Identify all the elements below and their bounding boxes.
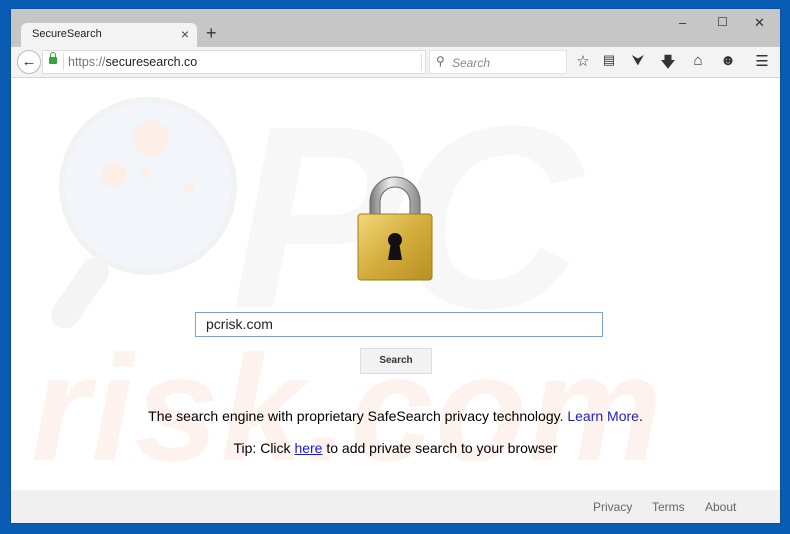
watermark-dot [101,162,127,188]
back-arrow-icon: ← [21,53,37,70]
tip: Tip: Click here to add private search to… [11,440,780,456]
star-icon[interactable]: ☆ [573,52,593,70]
watermark-magnifier-handle [45,252,115,334]
tagline: The search engine with proprietary SafeS… [11,408,780,424]
browser-window: SecureSearch × + – ☐ ✕ ← https://secures… [11,9,780,523]
url-divider [421,54,422,70]
url-separator [63,53,64,70]
watermark-dot [141,168,151,178]
tip-prefix: Tip: Click [233,440,295,456]
home-icon[interactable]: ⌂ [688,52,708,69]
minimize-icon[interactable]: – [679,15,686,30]
learn-more-link[interactable]: Learn More [567,408,639,424]
browser-search-input[interactable]: ⚲ Search [429,50,567,74]
footer: Privacy Terms About [11,490,780,523]
tagline-text: The search engine with proprietary SafeS… [148,408,564,424]
secure-lock-icon [49,52,57,64]
search-button[interactable]: Search [360,348,432,374]
footer-link-terms[interactable]: Terms [652,500,685,514]
back-button[interactable]: ← [17,50,41,74]
padlock-icon [357,176,433,281]
url-host: securesearch.co [105,55,198,69]
url-text[interactable]: https://securesearch.co [68,55,197,69]
reading-list-icon[interactable]: ▤ [599,52,619,68]
chat-icon[interactable]: ☻ [718,52,738,69]
footer-link-privacy[interactable]: Privacy [593,500,632,514]
watermark-dot [133,120,169,156]
search-placeholder: Search [452,56,491,70]
tagline-end: . [638,408,643,424]
title-bar: SecureSearch × + – ☐ ✕ [11,9,780,47]
search-query-input[interactable] [195,312,603,337]
tip-suffix: to add private search to your browser [322,440,558,456]
url-protocol: https:// [68,55,106,69]
new-tab-icon[interactable]: + [206,23,217,43]
footer-link-about[interactable]: About [705,500,736,514]
nav-bar: ← https://securesearch.co ↻ ⚲ Search ☆ ▤… [11,47,780,78]
close-window-icon[interactable]: ✕ [754,15,765,31]
url-bar[interactable]: https://securesearch.co ↻ [42,50,440,74]
here-link[interactable]: here [294,440,322,456]
close-tab-icon[interactable]: × [181,26,189,42]
search-icon: ⚲ [436,54,445,68]
download-icon[interactable]: 🡇 [658,52,678,77]
pocket-icon[interactable]: ⮟ [628,52,648,69]
tab-securesearch[interactable]: SecureSearch × [21,23,197,47]
page-content: PC risk.com Search The search engine wit… [11,78,780,490]
menu-icon[interactable]: ☰ [752,52,772,70]
maximize-icon[interactable]: ☐ [717,15,728,29]
watermark-dot [183,182,195,194]
tab-title: SecureSearch [32,28,102,40]
